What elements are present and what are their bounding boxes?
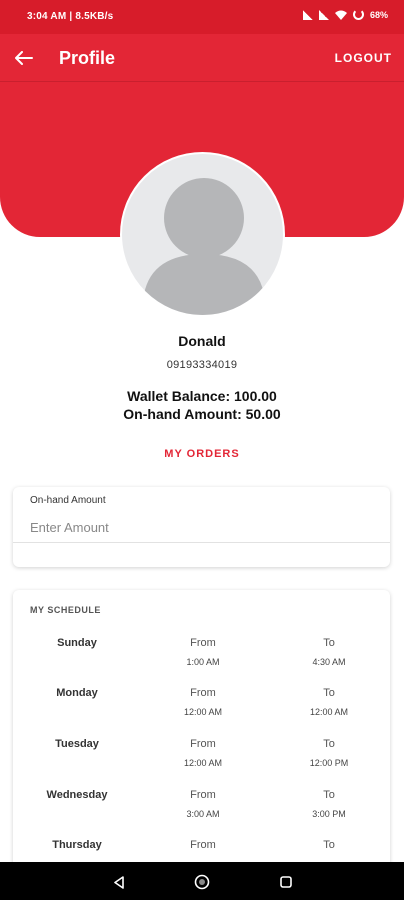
schedule-row-wednesday: Wednesday From 3:00 AM To 3:00 PM	[13, 789, 390, 839]
from-label: From	[190, 789, 216, 801]
nav-recents-button[interactable]	[276, 872, 296, 892]
circle-home-icon	[194, 874, 210, 890]
schedule-row-tuesday: Tuesday From 12:00 AM To 12:00 PM	[13, 738, 390, 788]
onhand-amount-card: On-hand Amount	[13, 487, 390, 567]
signal-icon	[302, 9, 313, 20]
onhand-amount: On-hand Amount: 50.00	[123, 406, 281, 422]
to-label: To	[323, 738, 335, 750]
avatar	[120, 152, 285, 317]
battery-icon	[352, 9, 364, 20]
from-label: From	[190, 637, 216, 649]
schedule-card: MY SCHEDULE Sunday From 1:00 AM To 4:30 …	[13, 590, 390, 890]
from-label: From	[190, 738, 216, 750]
to-time[interactable]: 12:00 PM	[284, 758, 374, 768]
navigation-bar	[0, 862, 404, 900]
to-time[interactable]: 4:30 AM	[284, 657, 374, 667]
to-label: To	[323, 637, 335, 649]
day-name: Monday	[56, 687, 98, 699]
schedule-row-monday: Monday From 12:00 AM To 12:00 AM	[13, 687, 390, 737]
day-name: Tuesday	[55, 738, 99, 750]
amount-input[interactable]	[30, 513, 390, 541]
to-label: To	[323, 839, 335, 851]
to-time[interactable]: 12:00 AM	[284, 707, 374, 717]
divider	[13, 542, 390, 543]
amount-field-label: On-hand Amount	[30, 495, 106, 506]
battery-percent: 68%	[369, 9, 388, 20]
status-icons: 68%	[302, 9, 388, 20]
day-name: Wednesday	[46, 789, 108, 801]
from-time[interactable]: 3:00 AM	[158, 809, 248, 819]
from-time[interactable]: 12:00 AM	[158, 758, 248, 768]
nav-back-button[interactable]	[109, 872, 129, 892]
signal-icon-2	[318, 9, 329, 20]
nav-home-button[interactable]	[192, 872, 212, 892]
from-label: From	[190, 687, 216, 699]
triangle-back-icon	[114, 875, 124, 889]
user-name: Donald	[178, 333, 226, 349]
from-time[interactable]: 12:00 AM	[158, 707, 248, 717]
status-time-speed: 3:04 AM | 8.5KB/s	[27, 11, 114, 22]
day-name: Sunday	[57, 637, 97, 649]
arrow-left-icon	[15, 51, 33, 65]
schedule-row-sunday: Sunday From 1:00 AM To 4:30 AM	[13, 637, 390, 687]
person-icon	[144, 178, 264, 315]
page-title: Profile	[59, 48, 116, 68]
wallet-balance: Wallet Balance: 100.00	[127, 388, 277, 404]
from-label: From	[190, 839, 216, 851]
my-orders-link[interactable]: MY ORDERS	[0, 448, 404, 460]
user-phone: 09193334019	[166, 359, 238, 371]
to-time[interactable]: 3:00 PM	[284, 809, 374, 819]
to-label: To	[323, 687, 335, 699]
back-button[interactable]	[10, 44, 38, 72]
square-recents-icon	[280, 876, 292, 888]
logout-button[interactable]: LOGOUT	[335, 51, 392, 65]
wifi-icon	[334, 10, 347, 20]
schedule-title: MY SCHEDULE	[30, 605, 101, 615]
status-bar: 3:04 AM | 8.5KB/s 68%	[0, 0, 404, 34]
from-time[interactable]: 1:00 AM	[158, 657, 248, 667]
to-label: To	[323, 789, 335, 801]
day-name: Thursday	[52, 839, 102, 851]
app-bar: Profile LOGOUT	[0, 34, 404, 82]
